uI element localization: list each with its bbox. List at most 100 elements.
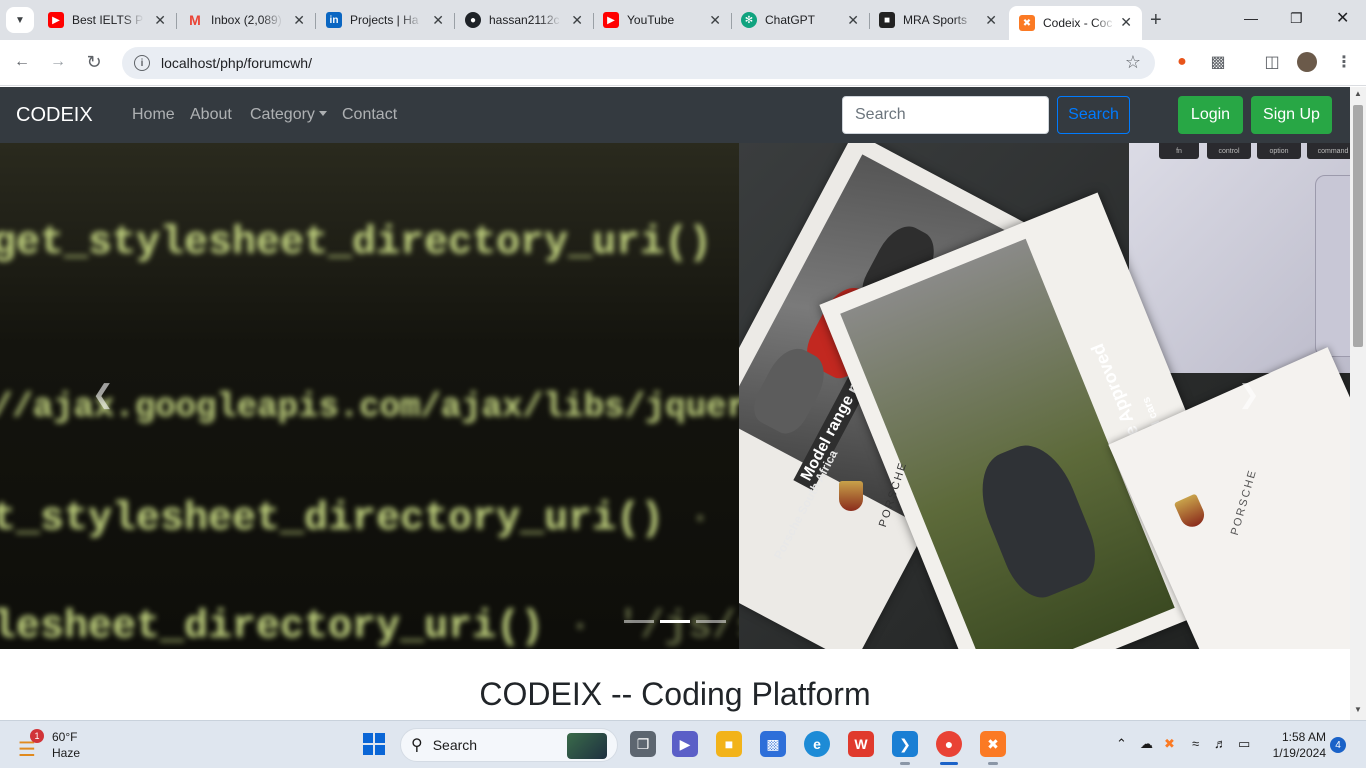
chrome-icon[interactable]: ● [936,731,962,757]
minimize-icon[interactable]: — [1244,10,1258,26]
tab-3[interactable]: ● hassan2112c ✕ [455,7,594,33]
close-window-icon[interactable]: ✕ [1336,8,1349,28]
tray-chevron-up-icon[interactable]: ⌃ [1116,736,1127,752]
signup-button[interactable]: Sign Up [1251,96,1332,134]
bookmark-star-icon[interactable]: ☆ [1125,52,1141,73]
tab-search-button[interactable]: ▼ [6,7,34,33]
tab-title: Inbox (2,089) [211,13,282,27]
image-carousel: get_stylesheet_directory_uri() · 'replac… [0,143,1350,649]
reload-icon[interactable]: ↻ [84,52,104,72]
carousel-next-icon[interactable]: ❯ [1238,379,1260,410]
side-panel-icon[interactable]: ◫ [1262,52,1282,72]
page-viewport: CODEIX Home About Category Contact Searc… [0,87,1350,720]
nav-contact[interactable]: Contact [342,106,397,124]
close-icon[interactable]: ✕ [1120,14,1132,30]
tab-2[interactable]: in Projects | Ha ✕ [316,7,455,33]
extension-fire-icon[interactable]: ● [1172,52,1192,72]
tab-title: YouTube [627,13,675,27]
tray-xampp-icon[interactable]: ✖ [1164,736,1175,752]
extensions-puzzle-icon[interactable]: ▩ [1208,52,1228,72]
menu-dots-icon[interactable]: ⋮ [1334,52,1354,72]
microsoft-store-icon[interactable]: ▩ [760,731,786,757]
chatgpt-icon: ✻ [741,12,757,28]
tab-5[interactable]: ✻ ChatGPT ✕ [731,7,870,33]
tab-title: Codeix - Coc [1043,16,1113,30]
battery-icon[interactable]: ▭ [1238,736,1250,752]
back-icon[interactable]: ← [12,52,32,72]
xampp-taskbar-icon[interactable]: ✖ [980,731,1006,757]
close-icon[interactable]: ✕ [293,12,305,28]
close-icon[interactable]: ✕ [154,12,166,28]
tab-title: Best IELTS Pr [72,13,144,27]
new-tab-icon[interactable]: + [1150,9,1162,32]
page-scrollbar[interactable]: ▲ ▼ [1350,87,1366,720]
carousel-indicators [624,620,726,623]
url-text: localhost/php/forumcwh/ [161,55,312,71]
site-navbar: CODEIX Home About Category Contact Searc… [0,87,1350,143]
laptop-key: command [1307,143,1350,159]
clock-time: 1:58 AM [1281,730,1326,744]
tray-cloud-off-icon[interactable]: ☁ [1140,736,1153,752]
tab-active[interactable]: ✖ Codeix - Coc ✕ [1009,6,1142,40]
youtube-icon: ▶ [603,12,619,28]
close-icon[interactable]: ✕ [985,12,997,28]
youtube-icon: ▶ [48,12,64,28]
code-line: lesheet_directory_uri() · '/js/script.js… [0,605,739,649]
laptop-key: fn [1159,143,1199,159]
scrollbar-thumb[interactable] [1353,105,1363,347]
weather-temp: 60°F [52,730,78,744]
restore-icon[interactable]: ❐ [1290,10,1303,27]
taskbar-search-label: Search [432,737,478,753]
login-button[interactable]: Login [1178,96,1243,134]
browser-toolbar: ← → ↻ i localhost/php/forumcwh/ ☆ ● ▩ ◫ … [0,40,1366,86]
wifi-icon[interactable]: ≈ [1192,736,1199,751]
address-bar[interactable]: i localhost/php/forumcwh/ ☆ [122,47,1155,79]
tab-1[interactable]: M Inbox (2,089) ✕ [177,7,316,33]
teams-meet-icon[interactable]: ▶ [672,731,698,757]
close-icon[interactable]: ✕ [432,12,444,28]
tab-title: MRA Sports [903,13,968,27]
carousel-indicator[interactable] [696,620,726,623]
scroll-up-icon[interactable]: ▲ [1354,89,1362,98]
linkedin-icon: in [326,12,342,28]
profile-avatar[interactable] [1297,52,1317,72]
file-explorer-icon[interactable]: ■ [716,731,742,757]
tab-6[interactable]: ■ MRA Sports ✕ [869,7,1007,33]
volume-icon[interactable]: ♬ [1214,736,1227,751]
tab-0[interactable]: ▶ Best IELTS Pr ✕ [38,7,177,33]
task-view-icon[interactable]: ❐ [630,731,656,757]
gmail-icon: M [189,12,201,28]
code-line: get_stylesheet_directory_uri() · 'replac… [0,221,739,266]
carousel-indicator-active[interactable] [660,620,690,623]
vscode-icon[interactable]: ❯ [892,731,918,757]
carousel-prev-icon[interactable]: ❮ [92,379,114,410]
search-input[interactable] [842,96,1049,134]
page-heading: CODEIX -- Coding Platform [479,676,871,712]
search-highlight-image [567,733,607,759]
nav-home[interactable]: Home [132,106,175,124]
taskbar-search[interactable]: ⚲ Search [400,728,618,762]
windows-start-icon[interactable] [361,731,387,757]
close-icon[interactable]: ✕ [709,12,721,28]
laptop-key: control [1207,143,1251,159]
brand-logo[interactable]: CODEIX [16,104,93,127]
search-button[interactable]: Search [1057,96,1130,134]
edge-icon[interactable]: e [804,731,830,757]
scroll-down-icon[interactable]: ▼ [1354,705,1362,714]
carousel-indicator[interactable] [624,620,654,623]
close-icon[interactable]: ✕ [847,12,859,28]
close-icon[interactable]: ✕ [571,12,583,28]
nav-category-dropdown[interactable]: Category [250,106,327,124]
nav-category-label: Category [250,106,315,123]
system-clock[interactable]: 1:58 AM 1/19/2024 [1262,729,1326,761]
clock-date: 1/19/2024 [1272,746,1326,760]
notification-badge[interactable]: 4 [1330,737,1346,753]
tab-4[interactable]: ▶ YouTube ✕ [593,7,732,33]
wps-office-icon[interactable]: W [848,731,874,757]
laptop-image: fn control option command [1129,143,1350,373]
nav-about[interactable]: About [190,106,232,124]
tab-title: ChatGPT [765,13,816,27]
forward-icon[interactable]: → [48,52,68,72]
porsche-crest-icon [839,481,863,511]
site-info-icon[interactable]: i [134,55,150,71]
